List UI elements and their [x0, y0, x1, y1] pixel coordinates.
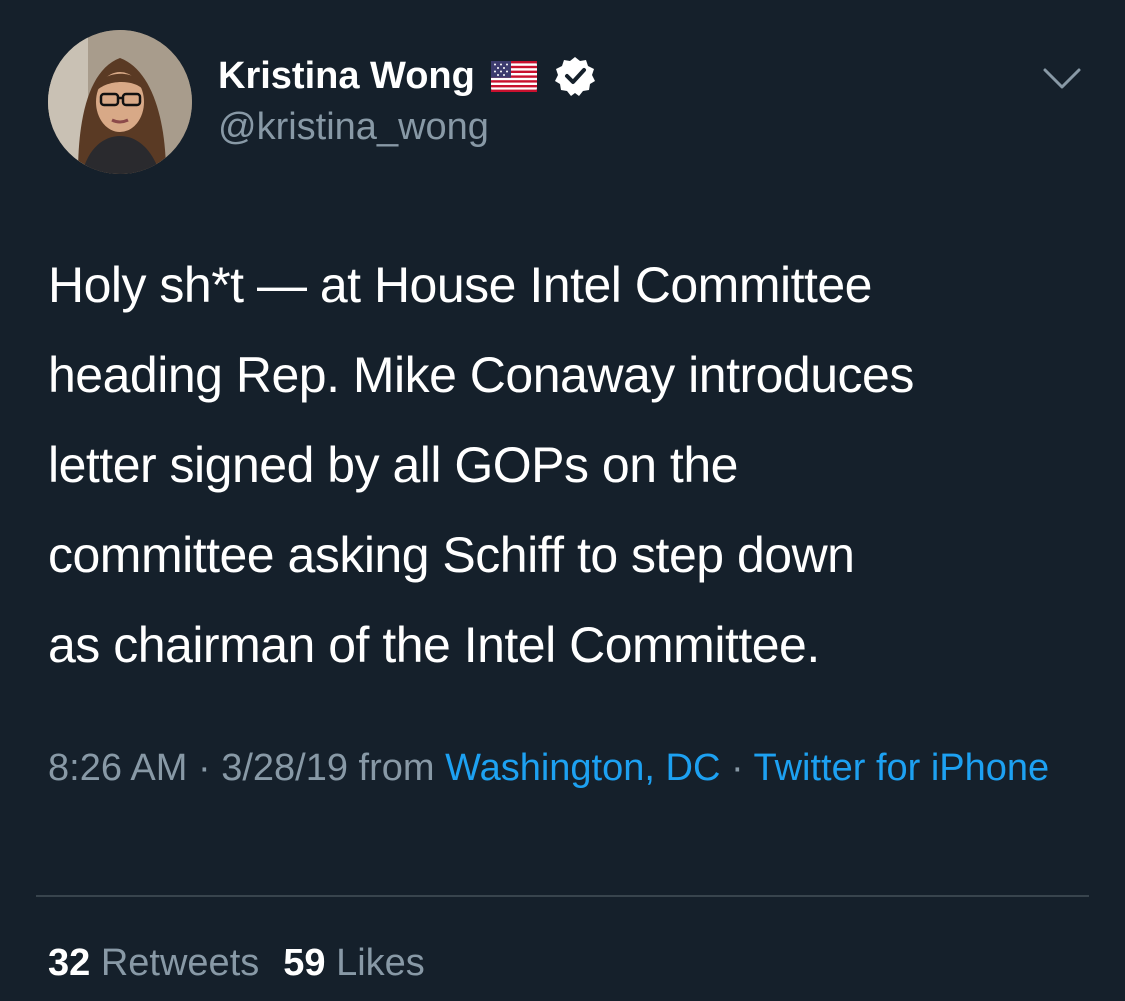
tweet-time[interactable]: 8:26 AM [48, 747, 187, 789]
location-link[interactable]: Washington, DC [445, 747, 720, 789]
likes-count: 59 [283, 942, 326, 984]
meta-separator: · [720, 747, 754, 789]
retweets-count: 32 [48, 942, 91, 984]
retweets-stat[interactable]: 32 Retweets [48, 942, 259, 984]
tweet-meta: 8:26 AM · 3/28/19 from Washington, DC · … [48, 740, 1078, 796]
avatar[interactable] [48, 30, 192, 174]
chevron-down-icon[interactable] [1042, 66, 1082, 92]
retweets-label: Retweets [100, 942, 260, 984]
meta-separator: · [187, 747, 222, 789]
likes-stat[interactable]: 59 Likes [283, 942, 425, 984]
us-flag-icon [490, 60, 537, 92]
tweet-header: Kristina Wong @kristina_wong [48, 30, 1088, 176]
divider [36, 895, 1089, 897]
tweet-date[interactable]: 3/28/19 [221, 747, 348, 789]
likes-label: Likes [336, 942, 425, 984]
author-identity[interactable]: Kristina Wong @kristina_wong [218, 52, 595, 152]
handle[interactable]: @kristina_wong [218, 102, 595, 152]
meta-from-label: from [348, 747, 446, 789]
avatar-photo [48, 30, 192, 174]
source-link[interactable]: Twitter for iPhone [753, 747, 1049, 789]
tweet-stats: 32 Retweets 59 Likes [48, 935, 425, 991]
display-name[interactable]: Kristina Wong [218, 52, 475, 100]
tweet-text: Holy sh*t — at House Intel Committee hea… [48, 257, 914, 673]
verified-badge-icon [554, 56, 595, 96]
name-row: Kristina Wong [218, 52, 595, 100]
